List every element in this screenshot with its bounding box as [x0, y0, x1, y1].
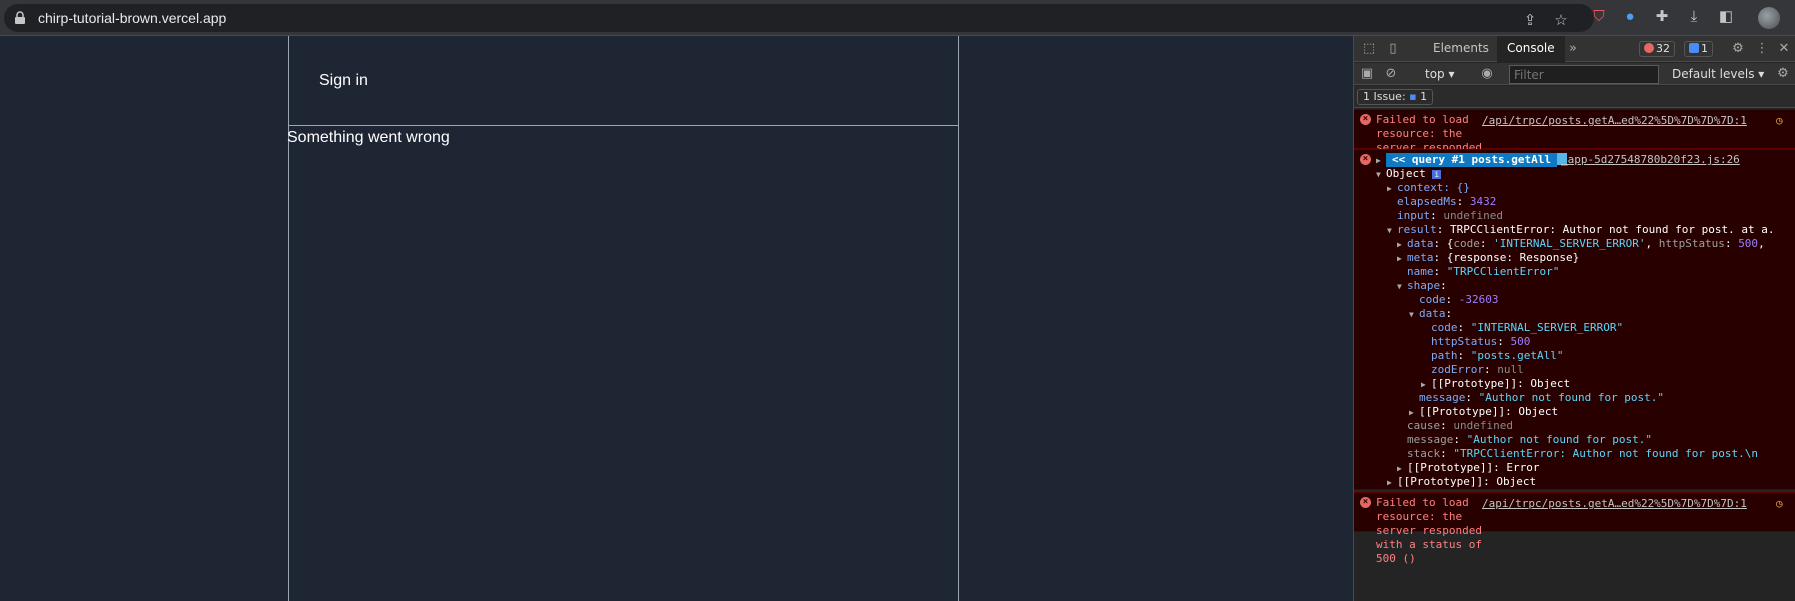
column-border-left — [288, 36, 289, 601]
devtools-tab-bar: ⬚ ▯ Elements Console » 32 1 ⚙ ⋮ ✕ — [1354, 36, 1795, 62]
context-selector[interactable]: top ▾ — [1425, 67, 1455, 81]
shape-code-row: code: -32603 — [1419, 293, 1499, 306]
cause-row: cause: undefined — [1407, 419, 1513, 432]
device-toolbar-icon[interactable]: ▯ — [1384, 40, 1402, 58]
error-icon: × — [1360, 154, 1371, 165]
inner-path-row: path: "posts.getAll" — [1431, 349, 1564, 362]
shield-extension-icon[interactable]: ⛉ — [1589, 7, 1609, 27]
message-row: message: "Author not found for post." — [1407, 433, 1653, 446]
settings-gear-icon[interactable]: ⚙ — [1729, 40, 1747, 58]
query-label: << query #1 posts.getAll — [1386, 153, 1557, 167]
object-prototype-row[interactable]: ▶ [[Prototype]]: Object — [1387, 475, 1536, 490]
address-bar[interactable]: chirp-tutorial-brown.vercel.app ⇪ ☆ — [4, 4, 1594, 32]
error-icon: × — [1360, 497, 1371, 508]
stack-row: stack: "TRPCClientError: Author not foun… — [1407, 447, 1759, 460]
download-icon[interactable]: ⤓ — [1684, 7, 1704, 27]
compass-extension-icon[interactable]: ● — [1620, 7, 1640, 27]
console-query-message: × ▶ << query #1 posts.getAll _app-5d27548… — [1354, 149, 1795, 490]
profile-avatar[interactable] — [1758, 7, 1780, 29]
inner-zod-row: zodError: null — [1431, 363, 1524, 376]
devtools-panel: ⬚ ▯ Elements Console » 32 1 ⚙ ⋮ ✕ ▣ ⊘ to… — [1353, 36, 1795, 601]
warning-circle-icon: ◷ — [1776, 497, 1783, 510]
context-row[interactable]: ▶ context: {} — [1387, 181, 1470, 196]
elapsed-row: elapsedMs: 3432 — [1397, 195, 1497, 208]
issues-button[interactable]: 1 Issue: ▪ 1 — [1357, 89, 1434, 105]
share-icon[interactable]: ⇪ — [1520, 11, 1540, 31]
console-error-message: × Failed to load resource: the server re… — [1354, 109, 1795, 182]
log-levels-dropdown[interactable]: Default levels ▾ — [1672, 67, 1764, 81]
lock-icon — [15, 11, 25, 24]
data-row[interactable]: ▶ data: {code: 'INTERNAL_SERVER_ERROR', h… — [1397, 237, 1765, 252]
sidebar-icon[interactable]: ◧ — [1716, 7, 1736, 27]
result-row[interactable]: ▼ result: TRPCClientError: Author not fou… — [1387, 223, 1775, 238]
console-settings-icon[interactable]: ⚙ — [1774, 65, 1792, 83]
message-count-badge[interactable]: 1 — [1684, 41, 1713, 57]
query-header[interactable]: ▶ << query #1 posts.getAll — [1376, 153, 1567, 168]
inner-http-row: httpStatus: 500 — [1431, 335, 1531, 348]
filter-input[interactable] — [1509, 65, 1659, 84]
star-icon[interactable]: ☆ — [1551, 11, 1571, 31]
live-expression-eye-icon[interactable]: ◉ — [1478, 65, 1496, 83]
issues-bar: 1 Issue: ▪ 1 — [1354, 86, 1795, 108]
shape-prototype-row[interactable]: ▶ [[Prototype]]: Object — [1409, 405, 1558, 420]
name-row: name: "TRPCClientError" — [1407, 265, 1560, 278]
console-error-message: × Failed to load resource: the server re… — [1354, 492, 1795, 565]
sign-in-button[interactable]: Sign in — [319, 72, 368, 90]
url-text[interactable]: chirp-tutorial-brown.vercel.app — [38, 10, 226, 26]
inner-prototype-row[interactable]: ▶ [[Prototype]]: Object — [1421, 377, 1570, 392]
meta-row[interactable]: ▶ meta: {response: Response} — [1397, 251, 1579, 266]
error-prototype-row[interactable]: ▶ [[Prototype]]: Error — [1397, 461, 1539, 476]
object-root[interactable]: ▼ Object i — [1376, 167, 1442, 182]
browser-toolbar: chirp-tutorial-brown.vercel.app ⇪ ☆ ⛉ ● … — [0, 0, 1795, 36]
shape-message-row: message: "Author not found for post." — [1419, 391, 1665, 404]
inner-code-row: code: "INTERNAL_SERVER_ERROR" — [1431, 321, 1624, 334]
sidebar-toggle-icon[interactable]: ▣ — [1358, 65, 1376, 83]
error-icon: × — [1360, 114, 1371, 125]
kebab-menu-icon[interactable]: ⋮ — [1753, 40, 1771, 58]
header-divider — [288, 125, 959, 126]
console-toolbar: ▣ ⊘ top ▾ ◉ Default levels ▾ ⚙ — [1354, 63, 1795, 85]
shape-data-row[interactable]: ▼ data: — [1409, 307, 1452, 322]
console-output: × Failed to load resource: the server re… — [1354, 109, 1795, 601]
inspect-element-icon[interactable]: ⬚ — [1360, 40, 1378, 58]
source-link[interactable]: _app-5d27548780b20f23.js:26 — [1561, 153, 1740, 167]
column-border-right — [958, 36, 959, 601]
input-row: input: undefined — [1397, 209, 1503, 222]
warning-circle-icon: ◷ — [1776, 114, 1783, 127]
source-link[interactable]: /api/trpc/posts.getA…ed%22%5D%7D%7D%7D:1 — [1482, 497, 1747, 511]
puzzle-icon[interactable]: ✚ — [1652, 7, 1672, 27]
more-tabs-icon[interactable]: » — [1564, 40, 1582, 58]
tab-elements[interactable]: Elements — [1433, 41, 1489, 55]
close-devtools-icon[interactable]: ✕ — [1775, 40, 1793, 58]
page-content: Sign in Something went wrong — [0, 36, 1353, 601]
error-count-badge[interactable]: 32 — [1639, 41, 1675, 57]
error-message: Something went wrong — [287, 129, 450, 146]
source-link[interactable]: /api/trpc/posts.getA…ed%22%5D%7D%7D%7D:1 — [1482, 114, 1747, 128]
tab-console[interactable]: Console — [1497, 36, 1565, 62]
clear-console-icon[interactable]: ⊘ — [1382, 65, 1400, 83]
shape-row[interactable]: ▼ shape: — [1397, 279, 1447, 294]
error-text: Failed to load resource: the server resp… — [1376, 496, 1482, 565]
